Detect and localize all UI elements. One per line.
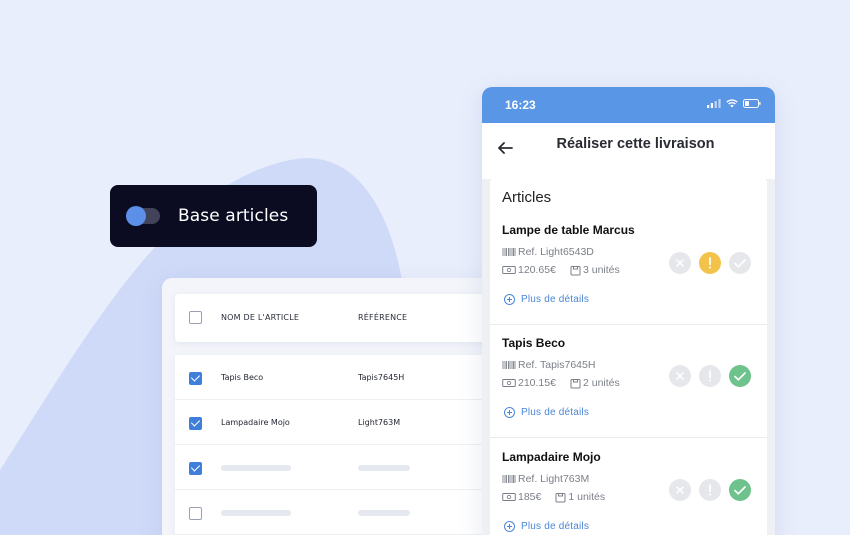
plus-circle-icon	[504, 407, 515, 418]
exclamation-icon	[709, 257, 711, 269]
close-icon	[676, 259, 684, 267]
article-name: Lampe de table Marcus	[502, 223, 635, 237]
table-row[interactable]: Tapis Beco Tapis7645H	[175, 355, 495, 400]
table-header: NOM DE L'ARTICLE RÉFÉRENCE	[175, 294, 495, 342]
section-title: Articles	[502, 189, 552, 206]
column-header-reference: RÉFÉRENCE	[358, 313, 408, 322]
article-ref: Ref. Light6543D	[502, 246, 594, 258]
money-icon	[502, 379, 516, 387]
article-price-qty: 185€ 1 unités	[502, 491, 605, 503]
check-icon	[734, 258, 746, 268]
status-time: 16:23	[505, 98, 536, 112]
exclamation-icon	[709, 370, 711, 382]
close-icon	[676, 486, 684, 494]
check-icon	[734, 485, 746, 495]
article-ref: Ref. Tapis7645H	[502, 359, 595, 371]
more-details-link[interactable]: Plus de détails	[504, 521, 589, 532]
row-checkbox[interactable]	[189, 417, 202, 430]
reject-button[interactable]	[669, 252, 691, 274]
placeholder-bar	[221, 465, 291, 471]
article-price-qty: 210.15€ 2 unités	[502, 377, 620, 389]
placeholder-bar	[221, 510, 291, 516]
plus-circle-icon	[504, 521, 515, 532]
barcode-icon	[502, 475, 516, 483]
articles-list: Articles Lampe de table Marcus Ref. Ligh…	[482, 179, 775, 535]
more-details-link[interactable]: Plus de détails	[504, 407, 589, 418]
money-icon	[502, 493, 516, 501]
validate-button[interactable]	[729, 252, 751, 274]
close-icon	[676, 372, 684, 380]
select-all-checkbox[interactable]	[189, 311, 202, 324]
article-name: Lampadaire Mojo	[221, 418, 290, 427]
check-icon	[734, 371, 746, 381]
table-body: Tapis Beco Tapis7645H Lampadaire Mojo Li…	[175, 355, 495, 535]
table-row[interactable]: Lampadaire Mojo Light763M	[175, 400, 495, 445]
warning-button[interactable]	[699, 479, 721, 501]
page-title: Réaliser cette livraison	[556, 136, 715, 152]
reject-button[interactable]	[669, 365, 691, 387]
validate-button[interactable]	[729, 365, 751, 387]
exclamation-icon	[709, 484, 711, 496]
status-buttons	[669, 479, 751, 501]
article-card: Lampadaire Mojo Ref. Light763M 185€ 1 un…	[490, 438, 767, 535]
status-bar: 16:23	[482, 87, 775, 123]
barcode-icon	[502, 361, 516, 369]
status-buttons	[669, 365, 751, 387]
base-articles-toggle-card[interactable]: Base articles	[110, 185, 317, 247]
row-checkbox[interactable]	[189, 462, 202, 475]
warning-button[interactable]	[699, 365, 721, 387]
table-row[interactable]	[175, 490, 495, 535]
validate-button[interactable]	[729, 479, 751, 501]
article-price-qty: 120.65€ 3 unités	[502, 264, 620, 276]
plus-circle-icon	[504, 294, 515, 305]
row-checkbox[interactable]	[189, 507, 202, 520]
warning-button[interactable]	[699, 252, 721, 274]
nav-bar: Réaliser cette livraison	[482, 123, 775, 179]
article-card: Articles Lampe de table Marcus Ref. Ligh…	[490, 179, 767, 324]
table-row[interactable]	[175, 445, 495, 490]
box-icon	[555, 492, 566, 502]
toggle-knob	[126, 206, 146, 226]
article-name: Lampadaire Mojo	[502, 450, 601, 464]
box-icon	[570, 378, 581, 388]
placeholder-bar	[358, 465, 410, 471]
barcode-icon	[502, 248, 516, 256]
status-buttons	[669, 252, 751, 274]
more-details-link[interactable]: Plus de détails	[504, 294, 589, 305]
placeholder-bar	[358, 510, 410, 516]
column-header-name: NOM DE L'ARTICLE	[221, 313, 300, 322]
toggle-switch[interactable]	[126, 206, 160, 226]
reject-button[interactable]	[669, 479, 691, 501]
battery-icon	[743, 99, 761, 108]
article-reference: Light763M	[358, 418, 401, 427]
article-name: Tapis Beco	[221, 373, 264, 382]
toggle-label: Base articles	[178, 206, 289, 226]
wifi-icon	[726, 99, 738, 108]
money-icon	[502, 266, 516, 274]
box-icon	[570, 265, 581, 275]
signal-icon	[707, 99, 721, 108]
row-checkbox[interactable]	[189, 372, 202, 385]
article-card: Tapis Beco Ref. Tapis7645H 210.15€ 2 uni…	[490, 325, 767, 437]
article-ref: Ref. Light763M	[502, 473, 589, 485]
article-reference: Tapis7645H	[358, 373, 405, 382]
article-name: Tapis Beco	[502, 336, 566, 350]
phone-screen: 16:23 Réaliser cette livraison Articles …	[482, 87, 775, 535]
